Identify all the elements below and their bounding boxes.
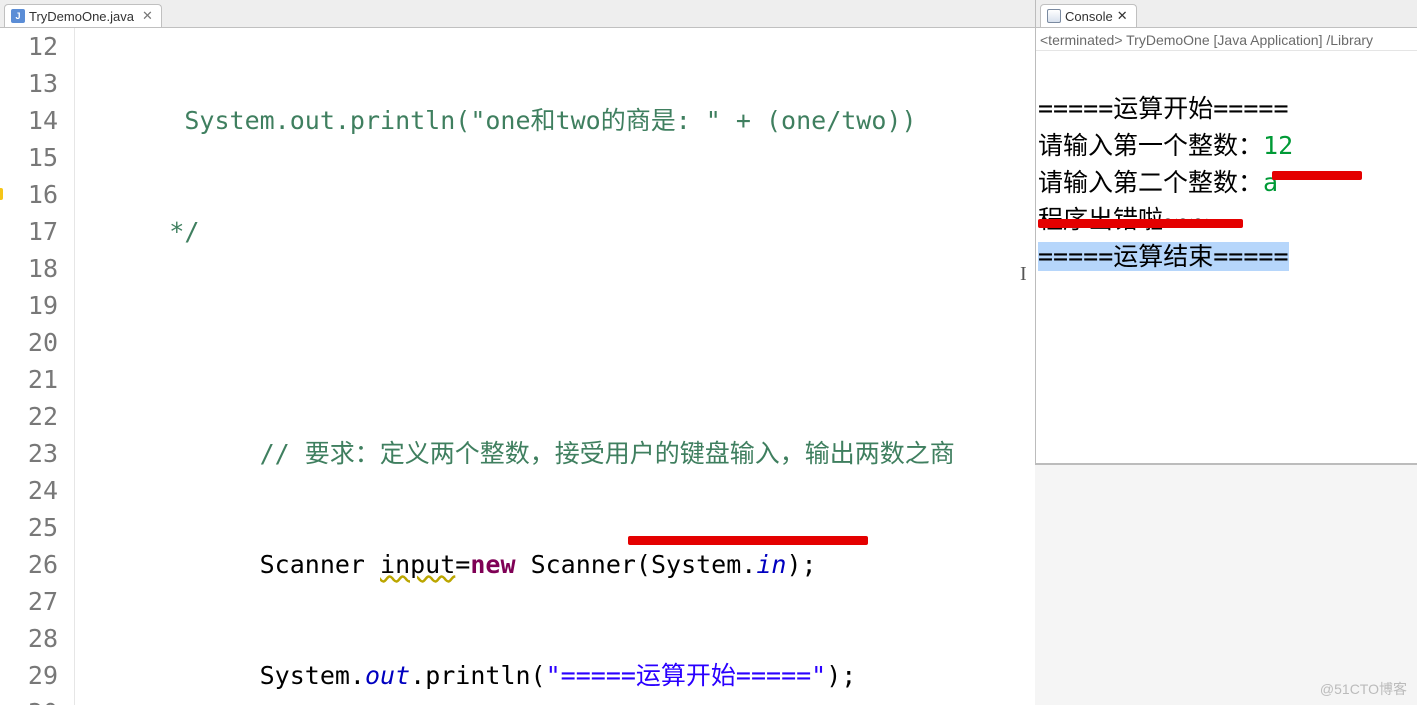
editor-tab[interactable]: J TryDemoOne.java ✕: [4, 4, 162, 27]
line-number: 22: [0, 398, 58, 435]
code-line: Scanner input=new Scanner(System.in);: [75, 546, 1035, 583]
line-number: 13: [0, 65, 58, 102]
annotation-red-underline: [1272, 171, 1362, 180]
editor-pane: J TryDemoOne.java ✕ 12 13 14 15 16 17 18…: [0, 0, 1035, 705]
console-user-input: 12: [1263, 131, 1293, 160]
editor-tab-filename: TryDemoOne.java: [29, 9, 134, 24]
line-number: 29: [0, 657, 58, 694]
console-icon: [1047, 9, 1061, 23]
line-number: 20: [0, 324, 58, 361]
line-number: 27: [0, 583, 58, 620]
line-number: 17: [0, 213, 58, 250]
code-content: 12 13 14 15 16 17 18 19 20 21 22 23 24 2…: [0, 28, 1035, 705]
line-number: 15: [0, 139, 58, 176]
line-number: 23: [0, 435, 58, 472]
close-icon[interactable]: ✕: [142, 8, 153, 24]
console-output[interactable]: =====运算开始===== 请输入第一个整数：12 请输入第二个整数：a 程序…: [1036, 51, 1417, 388]
annotation-red-underline: [1038, 219, 1243, 228]
line-number: 16: [0, 176, 58, 213]
line-number: 12: [0, 28, 58, 65]
code-line: System.out.println("one和two的商是: " + (one…: [75, 102, 1035, 139]
watermark: @51CTO博客: [1320, 679, 1407, 699]
code-text-area[interactable]: System.out.println("one和two的商是: " + (one…: [75, 28, 1035, 705]
close-icon[interactable]: ✕: [1117, 8, 1128, 24]
line-number: 19: [0, 287, 58, 324]
console-line: 请输入第一个整数：: [1038, 131, 1263, 160]
code-line: // 要求：定义两个整数，接受用户的键盘输入，输出两数之商: [75, 435, 1035, 472]
text-cursor-icon: I: [1020, 256, 1027, 293]
line-number: 28: [0, 620, 58, 657]
code-line: [75, 324, 1035, 361]
line-number: 30: [0, 694, 58, 705]
console-pane: Console ✕ <terminated> TryDemoOne [Java …: [1035, 0, 1417, 465]
console-tab[interactable]: Console ✕: [1040, 4, 1137, 27]
console-line: =====运算开始=====: [1038, 94, 1289, 123]
annotation-red-underline: [628, 536, 868, 545]
java-file-icon: J: [11, 9, 25, 23]
console-tab-label: Console: [1065, 9, 1113, 24]
line-number: 14: [0, 102, 58, 139]
line-number: 25: [0, 509, 58, 546]
line-number: 26: [0, 546, 58, 583]
warning-icon: [0, 188, 3, 200]
console-tab-bar: Console ✕: [1036, 0, 1417, 28]
console-line: 请输入第二个整数：: [1038, 168, 1263, 197]
line-number-gutter: 12 13 14 15 16 17 18 19 20 21 22 23 24 2…: [0, 28, 75, 705]
line-number: 18: [0, 250, 58, 287]
line-number: 21: [0, 361, 58, 398]
console-line-highlighted: =====运算结束=====: [1038, 242, 1289, 271]
line-number: 24: [0, 472, 58, 509]
code-line: System.out.println("=====运算开始=====");: [75, 657, 1035, 694]
editor-tab-bar: J TryDemoOne.java ✕: [0, 0, 1035, 28]
code-line: */: [75, 213, 1035, 250]
console-run-header: <terminated> TryDemoOne [Java Applicatio…: [1036, 28, 1417, 51]
